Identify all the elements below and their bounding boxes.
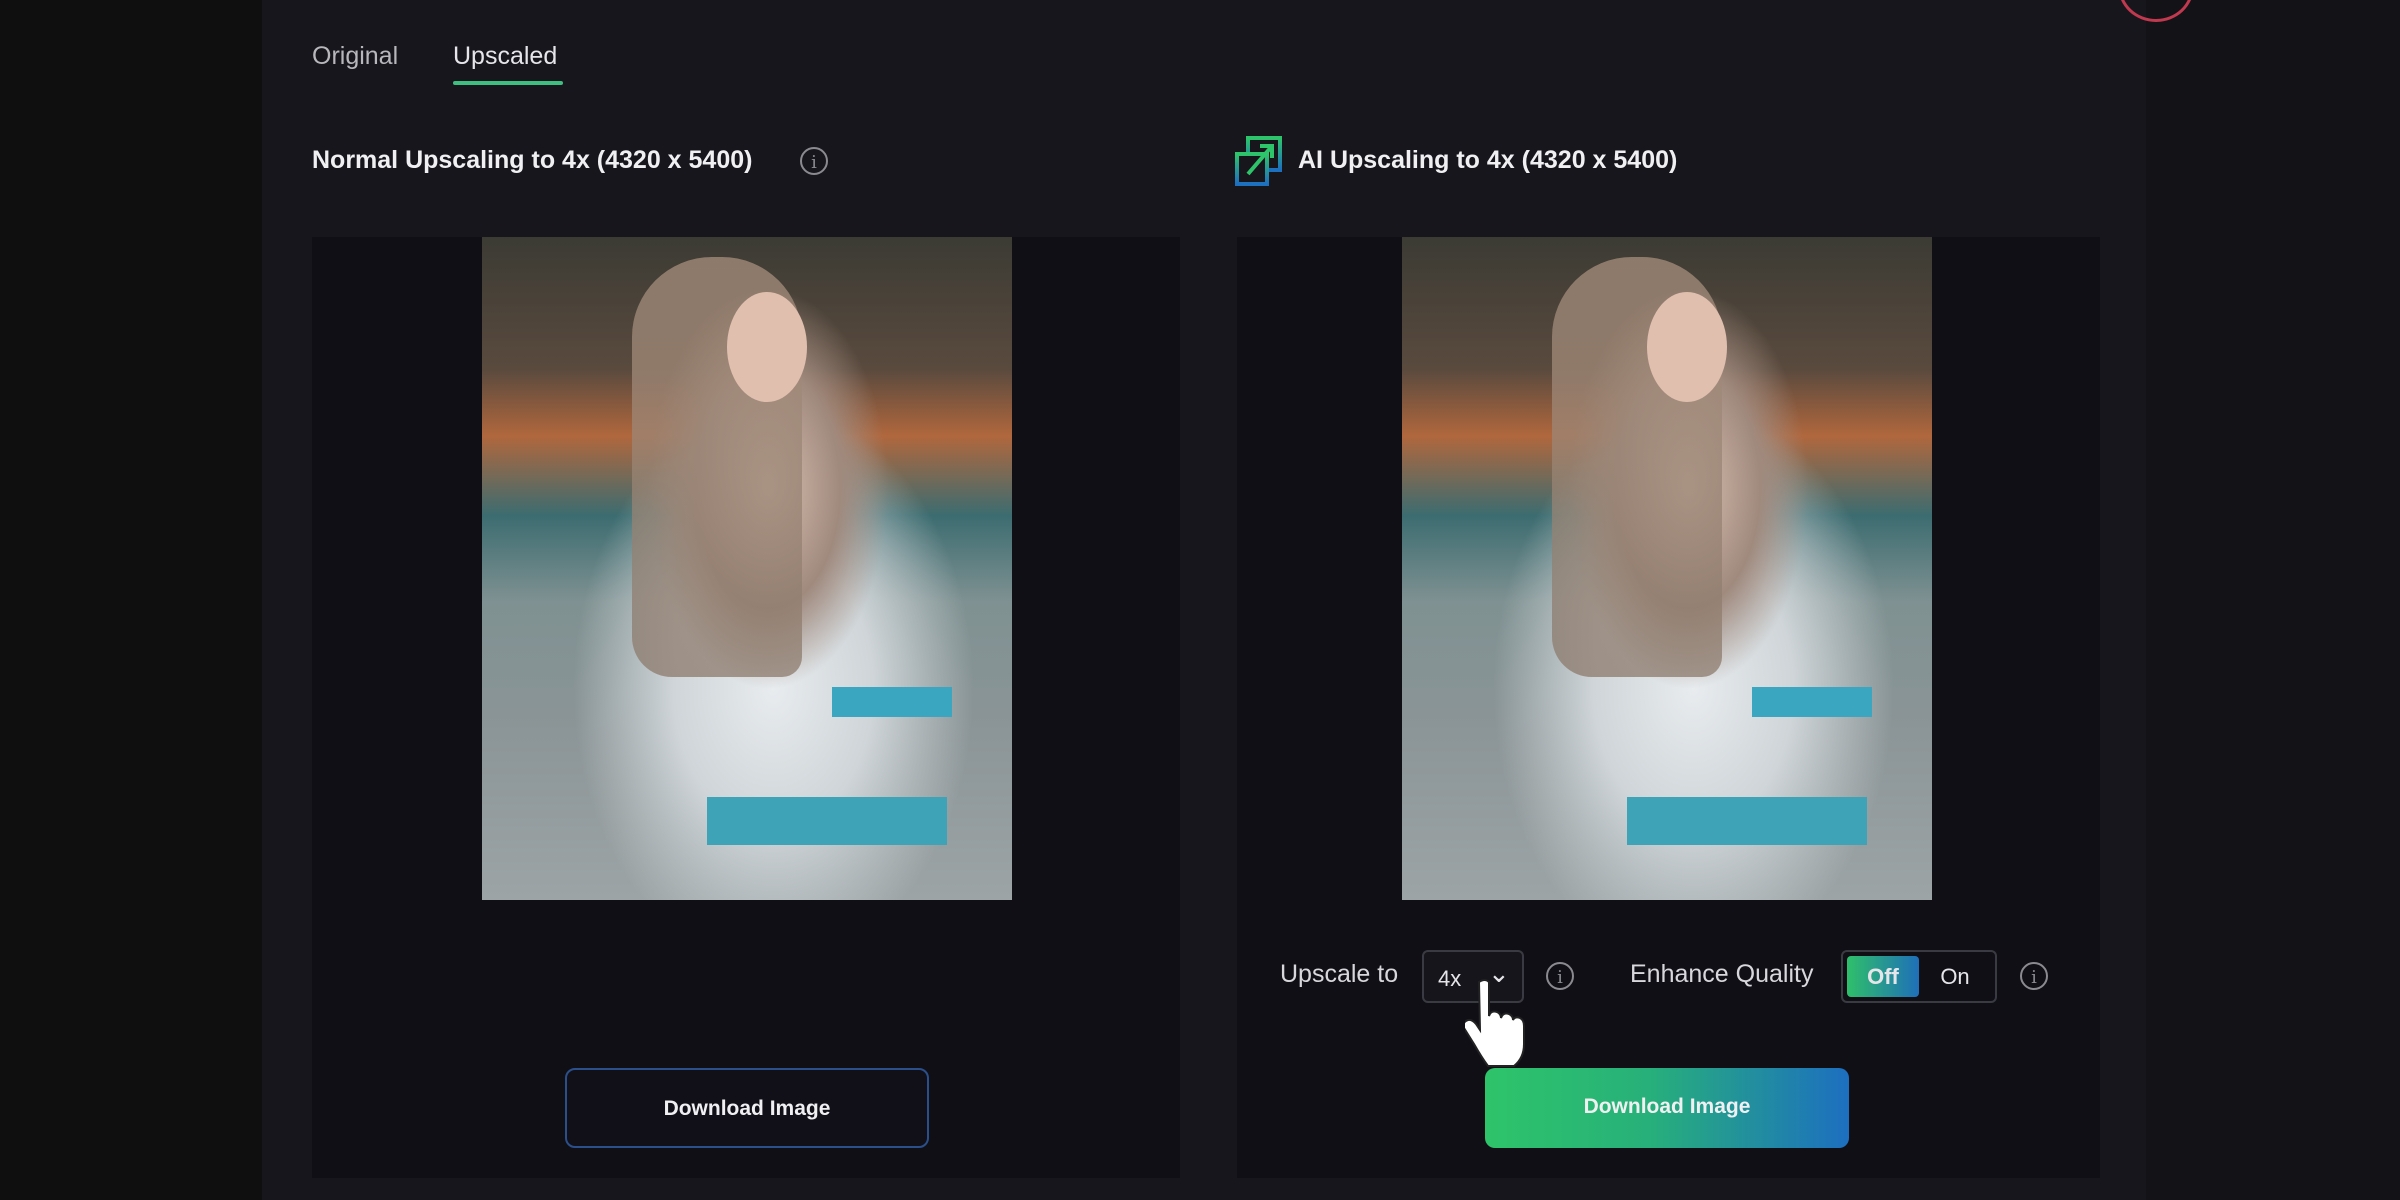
hand-pointer-icon [1465, 979, 1525, 1067]
right-background [2146, 0, 2400, 1200]
upscale-value: 4x [1438, 966, 1462, 991]
enhance-quality-toggle[interactable]: Off On [1841, 950, 1997, 1003]
toggle-on-option[interactable]: On [1919, 956, 1991, 997]
upscale-to-label: Upscale to [1280, 960, 1399, 988]
ai-upscaled-image [1402, 237, 1932, 900]
ai-upscaling-heading: AI Upscaling to 4x (4320 x 5400) [1298, 146, 1678, 174]
download-ai-button[interactable]: Download Image [1485, 1068, 1849, 1148]
download-normal-button[interactable]: Download Image [565, 1068, 929, 1148]
info-icon[interactable]: i [800, 147, 828, 175]
normal-upscaled-image [482, 237, 1012, 900]
info-icon[interactable]: i [1546, 962, 1574, 990]
active-tab-indicator [453, 81, 563, 85]
toggle-off-option[interactable]: Off [1847, 956, 1919, 997]
normal-upscaling-heading: Normal Upscaling to 4x (4320 x 5400) [312, 146, 753, 174]
info-icon[interactable]: i [2020, 962, 2048, 990]
tab-upscaled[interactable]: Upscaled [453, 42, 557, 71]
ai-upscale-icon [1235, 136, 1282, 186]
tab-original[interactable]: Original [312, 42, 398, 71]
enhance-quality-label: Enhance Quality [1630, 960, 1814, 988]
